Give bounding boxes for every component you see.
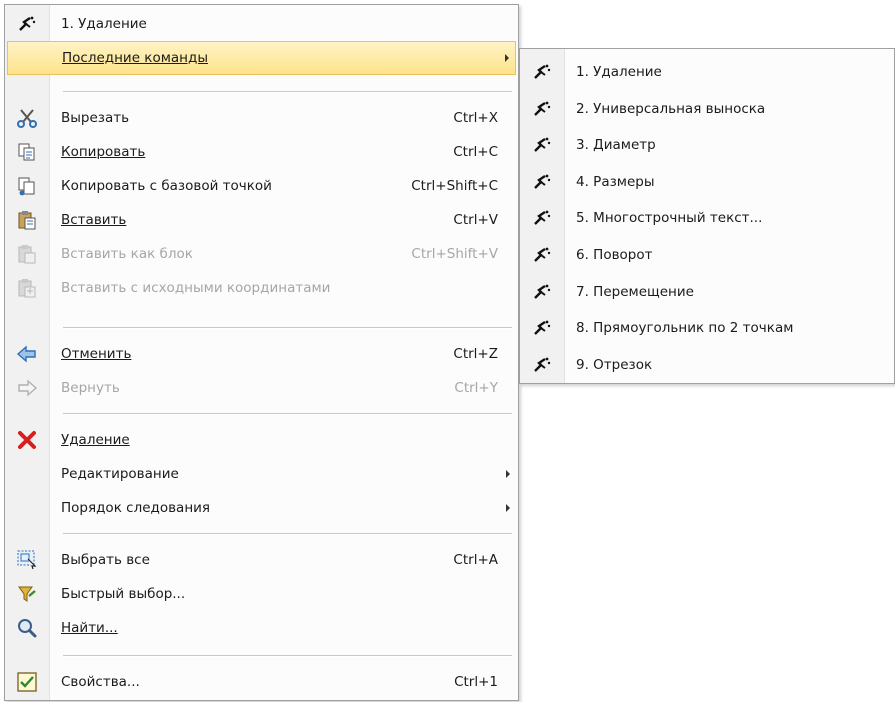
command-icon: [522, 311, 562, 345]
menu-item-select-all[interactable]: Выбрать все Ctrl+A: [7, 543, 516, 577]
submenu-item-recent-8[interactable]: 8. Прямоугольник по 2 точкам: [522, 311, 892, 345]
submenu-arrow-icon: [505, 54, 509, 62]
submenu-item-recent-9[interactable]: 9. Отрезок: [522, 348, 892, 382]
paste-icon: [7, 203, 47, 237]
menu-item-properties[interactable]: Свойства... Ctrl+1: [7, 665, 516, 699]
menu-item-shortcut: Ctrl+1: [454, 674, 498, 690]
command-icon: [522, 165, 562, 199]
submenu-item-label: 3. Диаметр: [576, 137, 656, 154]
submenu-item-label: 8. Прямоугольник по 2 точкам: [576, 320, 794, 337]
redo-icon: [7, 371, 47, 405]
menu-item-cut[interactable]: Вырезать Ctrl+X: [7, 101, 516, 135]
submenu-item-recent-4[interactable]: 4. Размеры: [522, 165, 892, 199]
menu-item-copy[interactable]: Копировать Ctrl+C: [7, 135, 516, 169]
menu-item-label: Вставить с исходными координатами: [61, 280, 331, 296]
submenu-item-label: 2. Универсальная выноска: [576, 100, 766, 117]
submenu-arrow-icon: [506, 470, 510, 478]
menu-item-draw-order[interactable]: Порядок следования: [7, 491, 516, 525]
properties-icon: [7, 665, 47, 699]
menu-item-label: Копировать: [61, 144, 146, 160]
submenu-arrow-icon: [506, 504, 510, 512]
command-icon: [522, 201, 562, 235]
submenu-item-label: 5. Многострочный текст...: [576, 210, 763, 227]
submenu-item-label: 7. Перемещение: [576, 283, 694, 300]
context-menu: 1. Удаление Последние команды Вырезать C…: [4, 4, 519, 701]
menu-item-label: Вырезать: [61, 110, 130, 126]
menu-item-quick-select[interactable]: Быстрый выбор...: [7, 577, 516, 611]
menu-item-label: Отменить: [61, 346, 132, 362]
command-icon: [7, 7, 47, 41]
quick-select-icon: [7, 577, 47, 611]
menu-item-copy-base[interactable]: Копировать с базовой точкой Ctrl+Shift+C: [7, 169, 516, 203]
menu-item-label: Найти...: [61, 620, 118, 636]
command-icon: [522, 348, 562, 382]
submenu-item-label: 4. Размеры: [576, 173, 655, 190]
menu-item-find[interactable]: Найти...: [7, 611, 516, 645]
command-icon: [522, 55, 562, 89]
submenu-item-label: 6. Поворот: [576, 247, 653, 263]
menu-item-label: Порядок следования: [61, 500, 211, 516]
menu-separator: [63, 91, 512, 93]
menu-separator: [63, 533, 512, 535]
menu-item-label: Копировать с базовой точкой: [61, 178, 272, 194]
menu-item-redo[interactable]: Вернуть Ctrl+Y: [7, 371, 516, 405]
menu-separator: [63, 327, 512, 329]
submenu-item-recent-7[interactable]: 7. Перемещение: [522, 275, 892, 309]
menu-item-undo[interactable]: Отменить Ctrl+Z: [7, 337, 516, 371]
menu-item-recent-1[interactable]: 1. Удаление: [7, 7, 516, 41]
menu-item-label: Редактирование: [61, 466, 179, 482]
menu-item-shortcut: Ctrl+A: [453, 552, 498, 568]
submenu-item-recent-6[interactable]: 6. Поворот: [522, 238, 892, 272]
copy-base-icon: [7, 169, 47, 203]
submenu-item-recent-3[interactable]: 3. Диаметр: [522, 128, 892, 162]
copy-icon: [7, 135, 47, 169]
paste-block-icon: [7, 237, 47, 271]
command-icon: [522, 92, 562, 126]
submenu-item-label: 9. Отрезок: [576, 356, 653, 373]
menu-item-label: Быстрый выбор...: [61, 586, 186, 602]
command-icon: [522, 275, 562, 309]
menu-item-paste-original[interactable]: Вставить с исходными координатами: [7, 271, 516, 305]
submenu-item-label: 1. Удаление: [576, 64, 662, 80]
menu-item-paste[interactable]: Вставить Ctrl+V: [7, 203, 516, 237]
menu-item-paste-block[interactable]: Вставить как блок Ctrl+Shift+V: [7, 237, 516, 271]
menu-item-shortcut: Ctrl+Z: [453, 346, 498, 362]
command-icon: [522, 128, 562, 162]
menu-item-shortcut: Ctrl+X: [453, 110, 498, 126]
menu-item-label: Последние команды: [62, 50, 208, 66]
menu-item-shortcut: Ctrl+C: [453, 144, 498, 160]
find-icon: [7, 611, 47, 645]
scissors-icon: [7, 101, 47, 135]
menu-item-shortcut: Ctrl+V: [453, 212, 498, 228]
menu-item-label: Свойства...: [61, 674, 140, 690]
menu-item-label: 1. Удаление: [61, 16, 147, 32]
submenu-item-recent-1[interactable]: 1. Удаление: [522, 55, 892, 89]
menu-item-shortcut: Ctrl+Shift+C: [411, 178, 498, 194]
menu-separator: [63, 413, 512, 415]
recent-commands-submenu: 1. Удаление 2. Универсальная выноска 3. Ди…: [519, 48, 895, 384]
menu-item-label: Удаление: [61, 432, 130, 448]
menu-item-label: Выбрать все: [61, 552, 150, 568]
submenu-item-recent-5[interactable]: 5. Многострочный текст...: [522, 201, 892, 235]
menu-separator: [63, 655, 512, 657]
submenu-item-recent-2[interactable]: 2. Универсальная выноска: [522, 92, 892, 126]
menu-item-label: Вернуть: [61, 380, 120, 396]
delete-icon: [7, 423, 47, 457]
command-icon: [522, 238, 562, 272]
select-all-icon: [7, 543, 47, 577]
menu-item-label: Вставить: [61, 212, 127, 228]
menu-item-erase[interactable]: Удаление: [7, 423, 516, 457]
menu-item-shortcut: Ctrl+Shift+V: [411, 246, 498, 262]
undo-icon: [7, 337, 47, 371]
paste-original-icon: [7, 271, 47, 305]
menu-item-label: Вставить как блок: [61, 246, 193, 262]
menu-item-recent-commands[interactable]: Последние команды: [7, 41, 516, 75]
menu-item-edit[interactable]: Редактирование: [7, 457, 516, 491]
menu-item-shortcut: Ctrl+Y: [454, 380, 498, 396]
